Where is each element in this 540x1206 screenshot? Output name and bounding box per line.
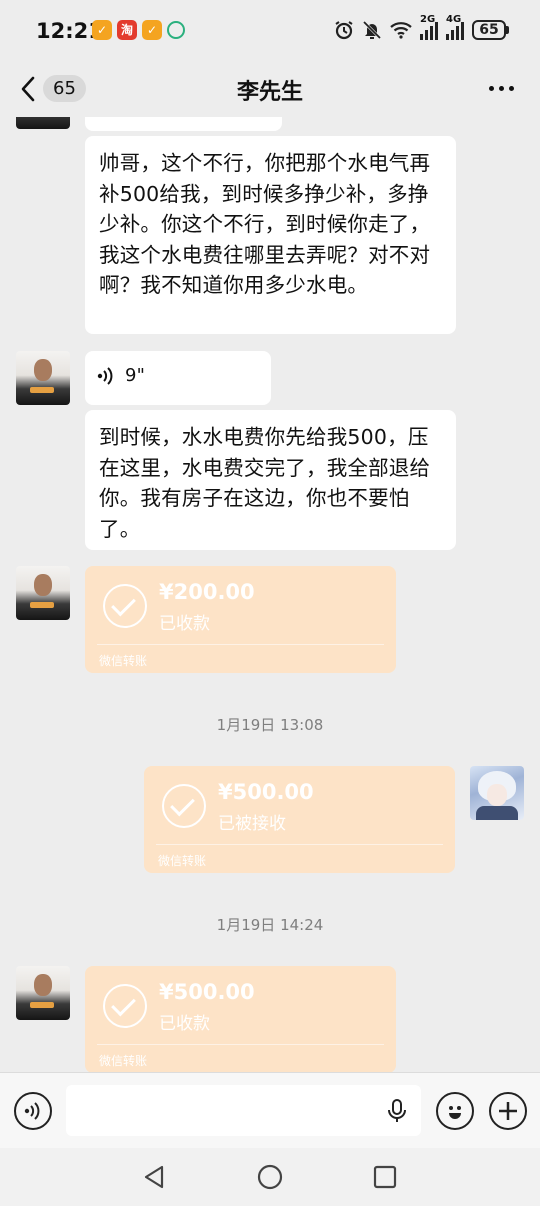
add-more-button[interactable] — [489, 1092, 527, 1130]
transfer-status: 已收款 — [159, 614, 210, 634]
mobile-network-icon — [167, 21, 185, 39]
home-circle-icon[interactable] — [257, 1164, 283, 1190]
text-message[interactable]: 帅哥，这个不行，你把那个水电气再补500给我，到时候多挣少补，多挣少补。你这个不… — [85, 136, 456, 334]
voice-wave-icon — [97, 367, 113, 385]
signal-4g-icon: 4G — [446, 14, 464, 40]
app-icon-orange: ✓ — [142, 20, 162, 40]
chat-messages: 帅哥，这个不行，你把那个水电气再补500给我，到时候多挣少补，多挣少补。你这个不… — [0, 117, 540, 1072]
more-options-icon[interactable] — [489, 86, 514, 91]
voice-duration: 9" — [125, 365, 146, 386]
taobao-icon: 淘 — [117, 20, 137, 40]
text-message[interactable]: 到时候，水水电费你先给我500，压在这里，水电费交完了，我全部退给你。我有房子在… — [85, 410, 456, 550]
contact-avatar[interactable] — [16, 566, 70, 620]
status-bar: 12:21 ✓ 淘 ✓ 2G 4G 65 — [0, 0, 540, 62]
divider — [97, 1044, 384, 1045]
emoji-icon — [449, 1106, 461, 1119]
transfer-card[interactable]: ¥500.00 已被接收 微信转账 — [144, 766, 455, 873]
wifi-icon — [390, 22, 412, 39]
transfer-amount: ¥500.00 — [159, 980, 255, 1004]
mute-bell-icon — [362, 20, 382, 40]
transfer-source: 微信转账 — [158, 854, 207, 868]
transfer-card[interactable]: ¥200.00 已收款 微信转账 — [85, 566, 396, 673]
status-icons: 2G 4G 65 — [334, 14, 509, 40]
message-input[interactable] — [66, 1085, 421, 1136]
voice-message[interactable]: 9" — [85, 351, 271, 405]
divider — [156, 844, 443, 845]
input-bar — [0, 1072, 540, 1149]
check-circle-icon — [103, 584, 147, 628]
transfer-source: 微信转账 — [99, 654, 148, 668]
check-circle-icon — [103, 984, 147, 1028]
back-triangle-icon[interactable] — [142, 1164, 166, 1190]
chat-header: 65 李先生 — [0, 62, 540, 117]
contact-avatar[interactable] — [16, 966, 70, 1020]
timestamp: 1月19日 13:08 — [216, 716, 324, 734]
contact-avatar[interactable] — [16, 117, 70, 129]
alarm-icon — [335, 21, 353, 40]
transfer-status: 已被接收 — [218, 814, 286, 834]
message-text: 到时候，水水电费你先给我500，压在这里，水电费交完了，我全部退给你。我有房子在… — [99, 425, 431, 541]
voice-wave-icon — [24, 1102, 40, 1120]
signal-2g-icon: 2G — [420, 14, 438, 40]
microphone-icon[interactable] — [387, 1098, 407, 1124]
message-text: 帅哥，这个不行，你把那个水电气再补500给我，到时候多挣少补，多挣少补。你这个不… — [99, 151, 431, 297]
divider — [97, 644, 384, 645]
timestamp: 1月19日 14:24 — [216, 916, 324, 934]
app-icon-orange: ✓ — [92, 20, 112, 40]
system-navigation-bar — [0, 1148, 540, 1206]
status-app-icons: ✓ 淘 ✓ — [92, 20, 185, 40]
message-bubble-partial[interactable] — [85, 117, 282, 131]
contact-avatar[interactable] — [16, 351, 70, 405]
transfer-source: 微信转账 — [99, 1054, 148, 1068]
recent-apps-icon[interactable] — [373, 1165, 397, 1189]
check-circle-icon — [162, 784, 206, 828]
transfer-amount: ¥500.00 — [218, 780, 314, 804]
transfer-card[interactable]: ¥500.00 已收款 微信转账 — [85, 966, 396, 1072]
transfer-status: 已收款 — [159, 1014, 210, 1034]
transfer-amount: ¥200.00 — [159, 580, 255, 604]
my-avatar[interactable] — [470, 766, 524, 820]
voice-input-button[interactable] — [14, 1092, 52, 1130]
chat-title: 李先生 — [236, 80, 303, 105]
battery-icon: 65 — [472, 20, 509, 40]
plus-icon — [499, 1102, 517, 1120]
emoji-button[interactable] — [436, 1092, 474, 1130]
